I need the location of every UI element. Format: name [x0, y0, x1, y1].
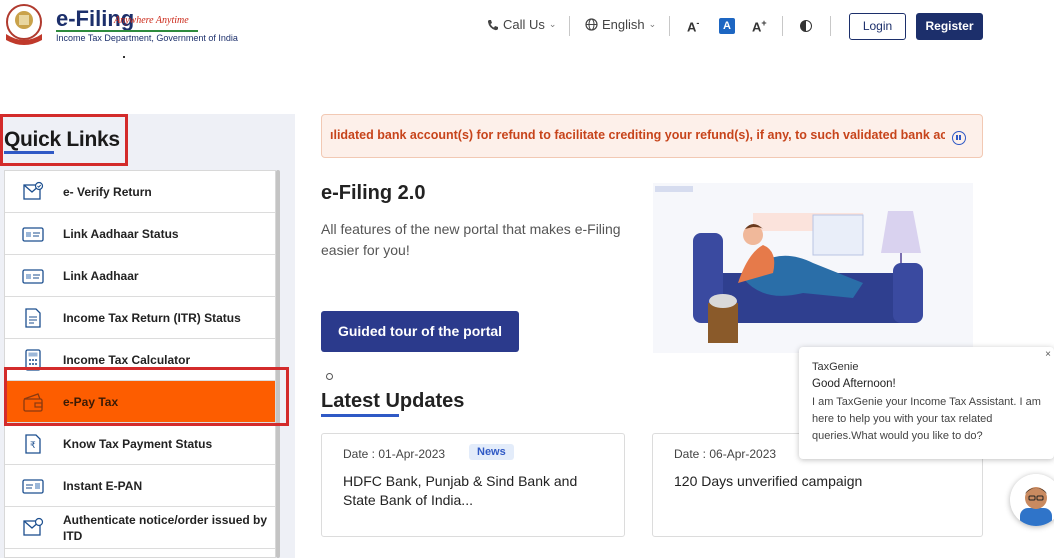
header-divider	[669, 16, 670, 36]
quick-link-authenticate-notice[interactable]: Authenticate notice/order issued by ITD	[5, 507, 275, 549]
register-button[interactable]: Register	[916, 13, 983, 40]
font-increase-button[interactable]: A+	[752, 18, 767, 34]
quick-link-know-tax-payment-status[interactable]: ₹ Know Tax Payment Status	[5, 423, 275, 465]
chat-bot-name: TaxGenie	[812, 361, 859, 373]
globe-icon	[585, 18, 598, 31]
language-label: English	[602, 17, 645, 32]
font-decrease-button[interactable]: A-	[687, 18, 699, 34]
taxgenie-avatar-icon[interactable]	[1010, 474, 1054, 526]
close-icon[interactable]: ×	[1045, 349, 1051, 360]
update-date: Date : 01-Apr-2023	[343, 447, 446, 461]
quick-link-label: Authenticate notice/order issued by ITD	[63, 513, 268, 543]
quick-link-label: Know Tax Payment Status	[63, 437, 213, 451]
quick-link-label: Link Aadhaar Status	[63, 227, 179, 241]
update-title[interactable]: 120 Days unverified campaign	[674, 472, 919, 491]
phone-icon	[487, 19, 498, 30]
aadhaar-card-icon	[22, 227, 44, 242]
chat-greeting: Good Afternoon!	[812, 378, 896, 390]
quick-links-scrollbar[interactable]	[276, 170, 280, 558]
call-us-label: Call Us	[503, 17, 545, 32]
logo-underline	[56, 30, 198, 32]
contrast-toggle-icon[interactable]	[800, 20, 812, 32]
update-card[interactable]: Date : 01-Apr-2023 News HDFC Bank, Punja…	[321, 433, 625, 537]
chat-message: I am TaxGenie your Income Tax Assistant.…	[812, 396, 1041, 442]
aadhaar-card-icon	[22, 269, 44, 284]
update-date: Date : 06-Apr-2023	[674, 447, 777, 461]
pause-icon[interactable]	[952, 131, 966, 145]
quick-link-label: Income Tax Calculator	[63, 353, 191, 367]
guided-tour-button[interactable]: Guided tour of the portal	[321, 311, 519, 352]
call-us-dropdown[interactable]: Call Us ⌄	[487, 17, 556, 32]
header-divider	[782, 16, 783, 36]
payment-status-icon: ₹	[25, 434, 41, 454]
carousel-dot[interactable]	[326, 373, 333, 380]
quick-links-list: e- Verify Return Link Aadhaar Status Lin…	[4, 170, 276, 558]
font-normal-button[interactable]: A	[719, 18, 735, 34]
announcement-marquee: ılidated bank account(s) for refund to f…	[321, 114, 983, 158]
quick-link-label: e- Verify Return	[63, 185, 152, 199]
quick-link-instant-e-pan[interactable]: Instant E-PAN	[5, 465, 275, 507]
quick-link-label: Link Aadhaar	[63, 269, 139, 283]
chevron-down-icon: ⌄	[548, 19, 557, 29]
hero-description: All features of the new portal that make…	[321, 221, 621, 258]
login-button[interactable]: Login	[849, 13, 906, 40]
income-tax-emblem-icon[interactable]	[2, 2, 48, 46]
update-title[interactable]: HDFC Bank, Punjab & Sind Bank and State …	[343, 472, 588, 510]
logo-subtitle: Income Tax Department, Government of Ind…	[56, 33, 238, 43]
marquee-text[interactable]: ılidated bank account(s) for refund to f…	[330, 128, 945, 142]
hero-title: e-Filing 2.0	[321, 182, 426, 204]
quick-links-highlight-box	[0, 114, 128, 166]
language-dropdown[interactable]: English ⌄	[585, 17, 656, 32]
quick-link-label: Instant E-PAN	[63, 479, 143, 493]
taxgenie-chat-popup[interactable]: × TaxGenie Good Afternoon! I am TaxGenie…	[799, 347, 1054, 459]
news-badge: News	[469, 444, 514, 460]
quick-link-e-verify-return[interactable]: e- Verify Return	[5, 171, 275, 213]
svg-text:₹: ₹	[30, 441, 36, 451]
hero-illustration	[653, 183, 973, 353]
latest-updates-title: Latest Updates	[321, 390, 465, 412]
quick-link-link-aadhaar-status[interactable]: Link Aadhaar Status	[5, 213, 275, 255]
chevron-down-icon: ⌄	[648, 19, 657, 29]
pan-card-icon	[22, 479, 44, 494]
header-divider	[830, 16, 831, 36]
quick-link-label: Income Tax Return (ITR) Status	[63, 311, 241, 325]
latest-updates-underline	[321, 414, 399, 417]
authenticate-notice-icon	[23, 517, 44, 536]
logo-tagline: Anywhere Anytime	[114, 15, 189, 26]
quick-link-itr-status[interactable]: Income Tax Return (ITR) Status	[5, 297, 275, 339]
site-header: e-Filing Anywhere Anytime Income Tax Dep…	[0, 0, 1054, 60]
e-pay-tax-highlight-box	[4, 367, 289, 426]
quick-link-link-aadhaar[interactable]: Link Aadhaar	[5, 255, 275, 297]
header-divider	[569, 16, 570, 36]
stray-dot	[123, 56, 125, 58]
document-status-icon	[25, 308, 41, 328]
verify-return-icon	[23, 181, 44, 200]
